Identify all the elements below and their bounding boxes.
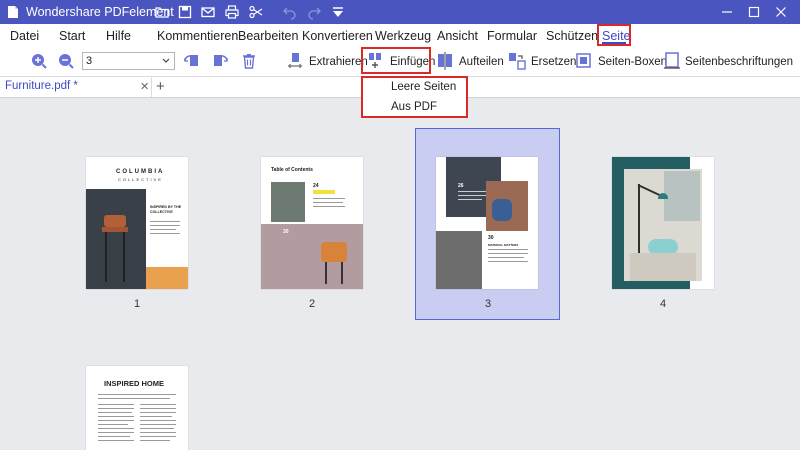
page-thumbnail-3[interactable]: 26 30 MATERIAL MATTERS: [436, 157, 538, 289]
rotate-left-icon[interactable]: [183, 52, 201, 70]
p3-num-1: 26: [458, 183, 464, 189]
close-icon[interactable]: [772, 3, 790, 21]
page-thumbnail-4[interactable]: [612, 157, 714, 289]
zoom-out-icon[interactable]: [57, 52, 75, 70]
page-number-1: 1: [134, 298, 141, 310]
menu-datei[interactable]: Datei: [10, 29, 39, 43]
save-icon[interactable]: [177, 4, 193, 20]
delete-page-icon[interactable]: [240, 52, 258, 70]
menu-ansicht[interactable]: Ansicht: [437, 29, 478, 43]
extract-label[interactable]: Extrahieren: [309, 56, 368, 68]
menu-bearbeiten[interactable]: Bearbeiten: [238, 29, 298, 43]
menu-werkzeug[interactable]: Werkzeug: [375, 29, 431, 43]
p3-photo-1: [486, 181, 528, 231]
open-folder-icon[interactable]: [154, 4, 170, 20]
page-thumbnail-1[interactable]: COLUMBIA COLLECTIVE INSPIRED BY THE COLL…: [86, 157, 188, 289]
p3-heading: MATERIAL MATTERS: [488, 243, 519, 247]
p1-subtitle: COLLECTIVE: [118, 177, 163, 182]
insert-from-pdf-item[interactable]: Aus PDF: [391, 101, 437, 113]
page-thumbnail-5[interactable]: INSPIRED HOME: [86, 366, 188, 450]
app-logo-icon: [8, 6, 18, 18]
menu-start[interactable]: Start: [59, 29, 85, 43]
quick-access-menu-icon[interactable]: [330, 4, 346, 20]
p2-num-2: 30: [283, 229, 289, 235]
insert-blank-pages-item[interactable]: Leere Seiten: [391, 81, 456, 93]
scissors-icon[interactable]: [248, 4, 264, 20]
split-label[interactable]: Aufteilen: [459, 56, 504, 68]
menu-kommentieren[interactable]: Kommentieren: [157, 29, 238, 43]
p1-chair-photo: [86, 189, 146, 289]
rotate-right-icon[interactable]: [211, 52, 229, 70]
menu-schuetzen[interactable]: Schützen: [546, 29, 598, 43]
p1-title: COLUMBIA: [116, 169, 165, 175]
p4-photo: [624, 169, 702, 281]
page-boxes-label[interactable]: Seiten-Boxen: [598, 56, 667, 68]
page-thumbnail-2[interactable]: Table of Contents 24 30: [261, 157, 363, 289]
page-labels-label[interactable]: Seitenbeschriftungen: [685, 56, 793, 68]
p2-photo-1: [271, 182, 305, 222]
menu-bar: Datei Start Hilfe Kommentieren Bearbeite…: [0, 24, 800, 69]
extract-icon[interactable]: [286, 52, 304, 70]
new-tab-icon[interactable]: +: [156, 78, 165, 95]
p1-accent-block: [146, 267, 188, 289]
p5-title: INSPIRED HOME: [104, 379, 165, 388]
replace-label[interactable]: Ersetzen: [531, 56, 576, 68]
mail-icon[interactable]: [200, 4, 216, 20]
replace-icon[interactable]: [508, 52, 526, 70]
insert-dropdown-menu: Leere Seiten Aus PDF: [361, 76, 468, 118]
split-icon[interactable]: [436, 52, 454, 70]
p1-heading: INSPIRED BY THE COLLECTIVE: [150, 205, 182, 214]
app-title: Wondershare PDFelement: [26, 5, 174, 19]
page-number-2: 2: [309, 298, 316, 310]
maximize-icon[interactable]: [745, 3, 763, 21]
page-number-select[interactable]: 3: [82, 52, 175, 70]
menu-formular[interactable]: Formular: [487, 29, 537, 43]
page-number-4: 4: [660, 298, 667, 310]
p3-num-2: 30: [488, 235, 494, 241]
seite-highlight-box: [597, 24, 631, 46]
insert-highlight-box: [361, 47, 431, 74]
p2-photo-2: 30: [261, 224, 363, 289]
page-boxes-icon[interactable]: [575, 52, 593, 70]
menu-hilfe[interactable]: Hilfe: [106, 29, 131, 43]
print-icon[interactable]: [224, 4, 240, 20]
tab-document[interactable]: Furniture.pdf * ✕: [0, 77, 152, 97]
minimize-icon[interactable]: [718, 3, 736, 21]
p3-photo-2: [436, 231, 482, 289]
redo-icon[interactable]: [306, 4, 322, 20]
page-labels-icon[interactable]: [663, 52, 681, 70]
zoom-in-icon[interactable]: [30, 52, 48, 70]
menu-konvertieren[interactable]: Konvertieren: [302, 29, 373, 43]
tab-document-label: Furniture.pdf *: [5, 80, 78, 92]
undo-icon[interactable]: [282, 4, 298, 20]
tab-close-icon[interactable]: ✕: [140, 80, 149, 93]
title-bar: Wondershare PDFelement: [0, 0, 800, 24]
chevron-down-icon: [162, 58, 170, 63]
p2-title: Table of Contents: [271, 167, 313, 173]
page-number-value: 3: [86, 55, 93, 67]
p2-num-1: 24: [313, 183, 319, 189]
page-number-3: 3: [485, 298, 492, 310]
